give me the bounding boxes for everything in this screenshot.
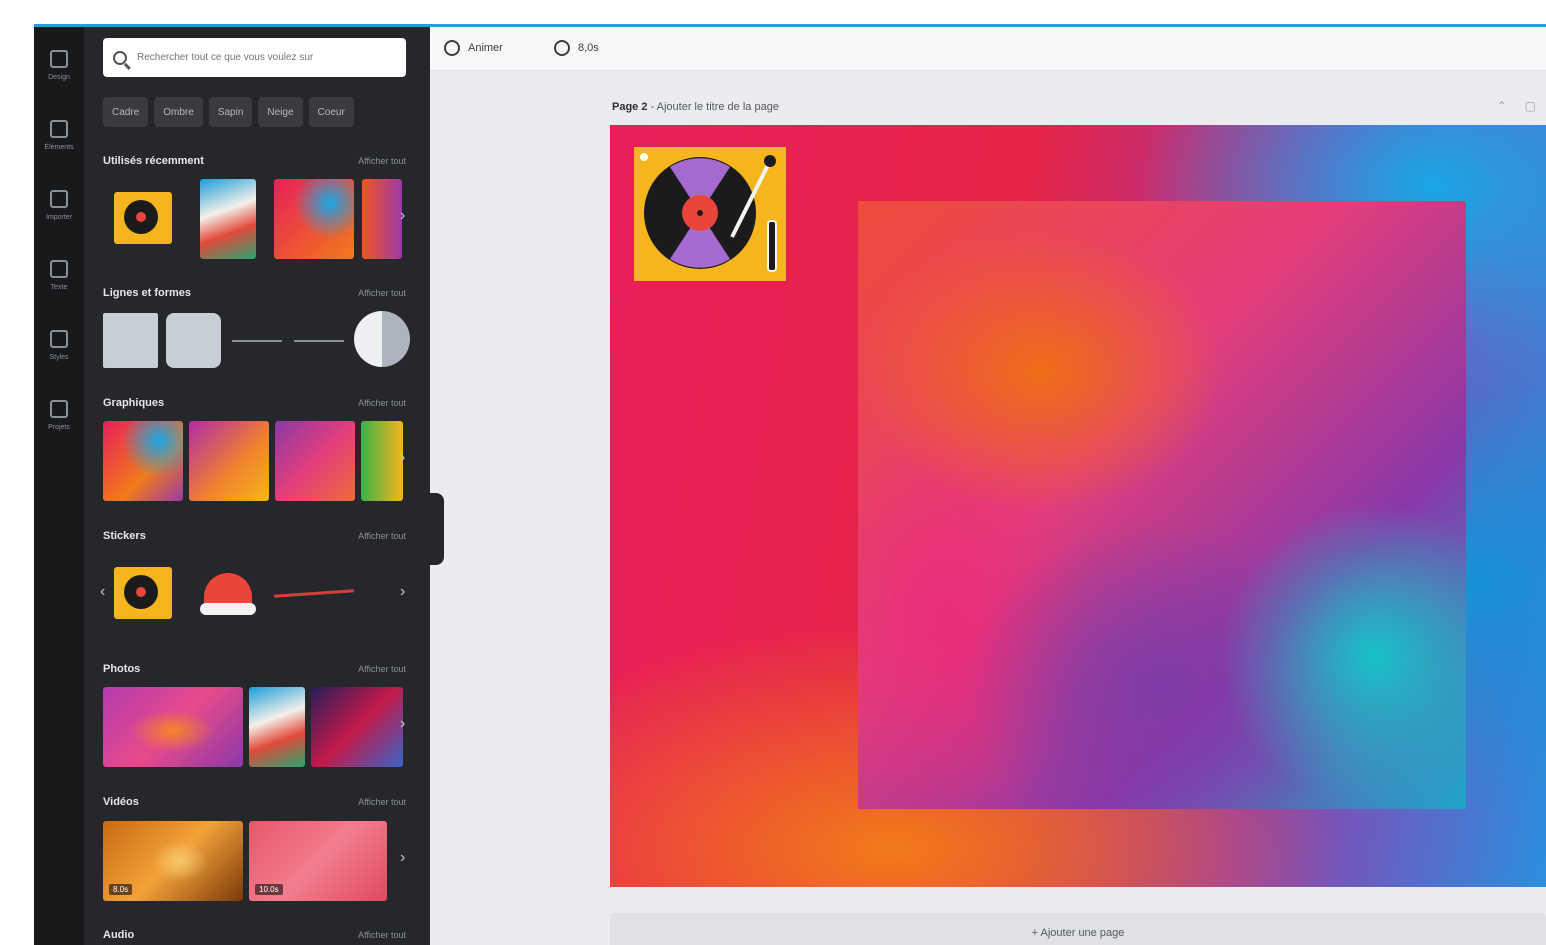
shape-circle[interactable] [354, 311, 410, 367]
text-icon [50, 259, 68, 278]
animate-label: Animer [468, 42, 503, 54]
section-title-photos: Photos [103, 663, 141, 675]
chip-coeur[interactable]: Coeur [308, 97, 354, 127]
chevron-right-icon[interactable]: › [400, 715, 405, 733]
vinyl-icon [124, 575, 158, 609]
chevron-up-icon[interactable]: ⌃ [1497, 99, 1507, 113]
graphic-thumb-4[interactable] [361, 421, 403, 501]
photo-thumb-3[interactable] [311, 687, 403, 767]
chip-ombre[interactable]: Ombre [154, 97, 203, 127]
page-controls: ⌃ ▢ [1497, 99, 1536, 113]
clock-icon [554, 40, 570, 56]
chip-neige[interactable]: Neige [258, 97, 303, 127]
duration-label: 8,0s [578, 42, 599, 54]
graphic-thumb-2[interactable] [189, 421, 269, 501]
page-title[interactable]: Page 2 - Ajouter le titre de la page [612, 101, 779, 113]
folder-icon [50, 399, 68, 418]
shape-line[interactable] [232, 340, 282, 342]
see-all-stickers[interactable]: Afficher tout [358, 531, 406, 541]
animate-icon [444, 40, 460, 56]
sticker-line[interactable] [273, 589, 355, 598]
chip-sapin[interactable]: Sapin [208, 97, 253, 127]
palette-icon [50, 329, 68, 348]
see-all-audio[interactable]: Afficher tout [358, 930, 406, 940]
section-title-videos: Vidéos [103, 796, 139, 808]
vinyl-icon [124, 200, 158, 234]
section-title-audio: Audio [103, 929, 135, 941]
rail-item-label: Styles [49, 353, 69, 361]
search-icon [113, 50, 127, 65]
canvas-turntable-sticker[interactable] [634, 147, 786, 281]
editor-app: Design Éléments Importer Texte Styles Pr… [34, 24, 1546, 945]
see-all-graphics[interactable]: Afficher tout [358, 398, 406, 408]
video-thumb-2[interactable]: 10.0s [249, 821, 387, 901]
video-duration: 8.0s [109, 884, 133, 895]
rail-item-elements[interactable]: Éléments [34, 105, 84, 165]
shape-arrow-line[interactable] [294, 340, 344, 342]
section-title-recent: Utilisés récemment [103, 155, 204, 167]
rail-item-design[interactable]: Design [34, 35, 84, 95]
graphic-thumb-3[interactable] [275, 421, 355, 501]
duration-button[interactable]: 8,0s [554, 35, 599, 61]
canvas-gradient-image[interactable] [858, 201, 1466, 809]
search-input[interactable] [137, 52, 397, 63]
see-all-photos[interactable]: Afficher tout [358, 664, 406, 674]
chip-cadre[interactable]: Cadre [103, 97, 149, 127]
sticker-turntable[interactable] [114, 567, 172, 619]
elements-panel: Cadre Ombre Sapin Neige Coeur Utilisés r… [84, 27, 430, 945]
search-bar[interactable] [103, 38, 406, 77]
shape-rounded-square[interactable] [166, 313, 221, 368]
graphic-thumb-1[interactable] [103, 421, 183, 501]
section-title-graphics: Graphiques [103, 397, 165, 409]
chevron-right-icon[interactable]: › [400, 207, 405, 225]
layout-icon [50, 49, 68, 68]
rail-item-label: Texte [50, 283, 68, 291]
rail-item-projects[interactable]: Projets [34, 385, 84, 445]
see-all-lines[interactable]: Afficher tout [358, 288, 406, 298]
video-thumb-1[interactable]: 8.0s [103, 821, 243, 901]
chevron-right-icon[interactable]: › [400, 449, 405, 467]
see-all-recent[interactable]: Afficher tout [358, 156, 406, 166]
turntable-icon [640, 153, 777, 272]
screenshot-frame: Design Éléments Importer Texte Styles Pr… [0, 0, 1546, 945]
animate-button[interactable]: Animer [444, 35, 503, 61]
rail-item-label: Importer [45, 213, 73, 221]
rail-item-text[interactable]: Texte [34, 245, 84, 305]
copy-page-icon[interactable]: ▢ [1525, 99, 1536, 113]
editor-topbar: Animer 8,0s [430, 27, 1546, 71]
panel-collapse-handle[interactable] [430, 493, 444, 565]
recent-sticker-turntable[interactable] [114, 192, 172, 244]
recent-thumb-gradient-1[interactable] [274, 179, 354, 259]
design-canvas[interactable] [610, 125, 1546, 887]
side-rail: Design Éléments Importer Texte Styles Pr… [34, 27, 84, 945]
rail-item-styles[interactable]: Styles [34, 315, 84, 375]
add-page-button[interactable]: + Ajouter une page [610, 913, 1546, 945]
chevron-right-icon[interactable]: › [400, 849, 405, 867]
page-number: Page 2 [612, 101, 648, 113]
section-title-stickers: Stickers [103, 530, 146, 542]
shapes-icon [50, 119, 68, 138]
page-title-placeholder: - Ajouter le titre de la page [647, 101, 779, 113]
rail-item-label: Design [48, 73, 70, 81]
rail-item-upload[interactable]: Importer [34, 175, 84, 235]
shape-square[interactable] [103, 313, 158, 368]
rail-item-label: Éléments [44, 143, 74, 151]
photo-thumb-2[interactable] [249, 687, 305, 767]
chevron-right-icon[interactable]: › [400, 583, 405, 601]
suggestion-chips: Cadre Ombre Sapin Neige Coeur [103, 97, 413, 127]
section-title-lines: Lignes et formes [103, 287, 192, 299]
recent-thumb-gradient-2[interactable] [362, 179, 402, 259]
upload-icon [50, 189, 68, 208]
chevron-left-icon[interactable]: ‹ [100, 583, 105, 601]
sticker-santa-hat[interactable] [200, 567, 256, 619]
rail-item-label: Projets [48, 423, 70, 431]
video-duration: 10.0s [255, 884, 283, 895]
see-all-videos[interactable]: Afficher tout [358, 797, 406, 807]
recent-thumb-abstract[interactable] [200, 179, 256, 259]
photo-thumb-1[interactable] [103, 687, 243, 767]
